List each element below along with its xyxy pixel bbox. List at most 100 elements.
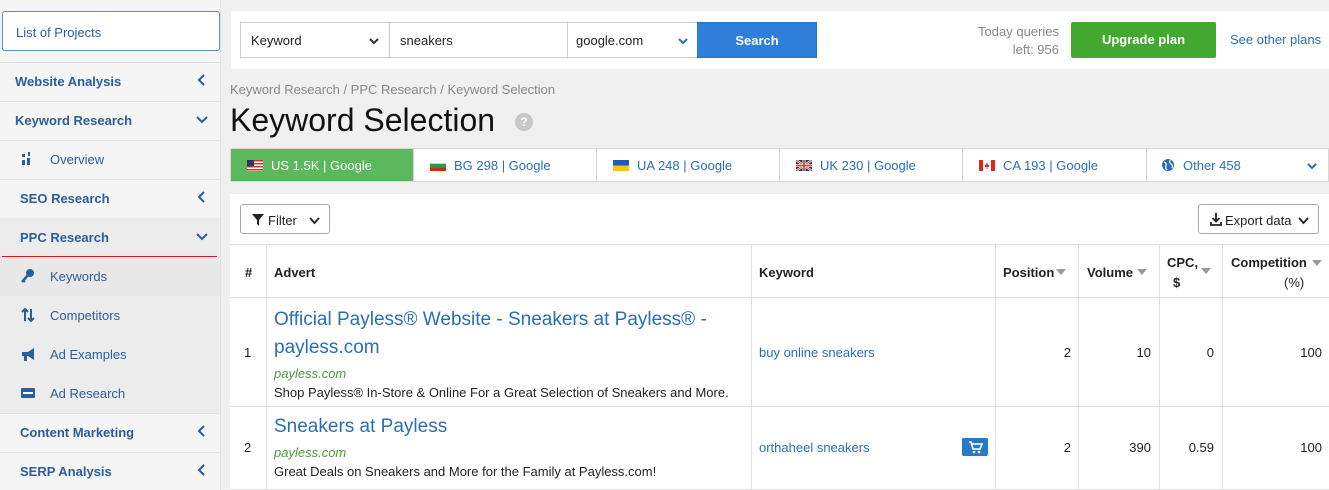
chevron-left-icon xyxy=(197,74,205,86)
breadcrumb: Keyword Research / PPC Research / Keywor… xyxy=(230,82,556,97)
help-icon[interactable]: ? xyxy=(515,113,533,131)
cell-volume: 390 xyxy=(1079,407,1160,489)
tab-label: US 1.5K | Google xyxy=(271,158,372,173)
cell-competition: 100 xyxy=(1223,407,1329,489)
list-of-projects-button[interactable]: List of Projects xyxy=(2,11,220,51)
globe-icon xyxy=(1162,159,1174,171)
chevron-left-icon xyxy=(197,464,205,476)
cell-cpc: 0.59 xyxy=(1160,407,1223,489)
nav-ad-examples[interactable]: Ad Examples xyxy=(0,335,220,374)
search-button[interactable]: Search xyxy=(697,22,817,58)
queries-left-text: Today queries left: 956 xyxy=(931,23,1059,59)
nav-ppc-research[interactable]: PPC Research xyxy=(0,218,220,257)
cell-advert: Official Payless® Website - Sneakers at … xyxy=(267,298,752,406)
page-title: Keyword Selection xyxy=(230,102,496,138)
nav-content-marketing[interactable]: Content Marketing xyxy=(0,413,220,452)
table-row: 2 Sneakers at Payless payless.com Great … xyxy=(230,407,1329,490)
column-header-num: # xyxy=(230,244,267,298)
ad-title-link[interactable]: Official Payless® Website - Sneakers at … xyxy=(274,306,707,362)
sort-icon xyxy=(1056,269,1066,275)
results-panel: Filter Export data # Advert Keyword Posi… xyxy=(230,194,1329,490)
cell-keyword: orthaheel sneakers xyxy=(752,407,996,489)
nav-keyword-research[interactable]: Keyword Research xyxy=(0,101,220,140)
tab-label: Other 458 xyxy=(1183,158,1241,173)
table-row: 1 Official Payless® Website - Sneakers a… xyxy=(230,298,1329,407)
cell-cpc: 0 xyxy=(1160,298,1223,406)
column-header-position[interactable]: Position xyxy=(996,244,1079,298)
see-other-plans-link[interactable]: See other plans xyxy=(1230,32,1321,47)
bg-flag-icon xyxy=(430,160,446,171)
tab-label: BG 298 | Google xyxy=(454,158,551,173)
nav-label: Content Marketing xyxy=(20,425,135,440)
keyword-link[interactable]: orthaheel sneakers xyxy=(759,440,870,455)
queries-left-line2: left: 956 xyxy=(1012,42,1059,57)
tab-bg-google[interactable]: BG 298 | Google xyxy=(414,149,597,181)
cell-num: 1 xyxy=(230,298,267,406)
nav-serp-analysis[interactable]: SERP Analysis xyxy=(0,452,220,490)
chevron-down-icon xyxy=(309,217,320,225)
filter-button[interactable]: Filter xyxy=(240,204,330,234)
export-label: Export data xyxy=(1225,213,1292,228)
cell-volume: 10 xyxy=(1079,298,1160,406)
chevron-left-icon xyxy=(197,425,205,437)
ad-url: payless.com xyxy=(274,445,347,460)
ad-title-link[interactable]: Sneakers at Payless xyxy=(274,413,447,441)
column-header-keyword: Keyword xyxy=(752,244,996,298)
cell-keyword: buy online sneakers xyxy=(752,298,996,406)
search-engine-value: google.com xyxy=(576,33,644,48)
nav-ad-research[interactable]: Ad Research xyxy=(0,374,220,413)
chevron-down-icon xyxy=(196,233,208,241)
keyword-search-input[interactable] xyxy=(389,22,568,58)
tab-ua-google[interactable]: UA 248 | Google xyxy=(597,149,780,181)
cell-num: 2 xyxy=(230,407,267,489)
position-value: 2 xyxy=(1063,345,1071,360)
queries-left-line1: Today queries xyxy=(978,24,1059,39)
tab-uk-google[interactable]: UK 230 | Google xyxy=(780,149,963,181)
chevron-down-icon xyxy=(678,38,688,45)
nav-competitors[interactable]: Competitors xyxy=(0,296,220,335)
tab-us-google[interactable]: US 1.5K | Google xyxy=(231,149,414,181)
cpc-value: 0 xyxy=(1206,345,1214,360)
key-icon xyxy=(21,269,34,283)
nav-seo-research[interactable]: SEO Research xyxy=(0,179,220,218)
chevron-down-icon xyxy=(1307,163,1317,170)
ad-description: Shop Payless® In-Store & Online For a Gr… xyxy=(274,385,729,400)
database-tabs: US 1.5K | Google BG 298 | Google UA 248 … xyxy=(230,148,1329,182)
tab-other-databases[interactable]: Other 458 xyxy=(1147,149,1328,181)
top-search-bar: Keyword google.com Search Today queries … xyxy=(231,11,1329,69)
chevron-left-icon xyxy=(197,191,205,203)
position-value: 2 xyxy=(1063,440,1071,455)
upgrade-plan-button[interactable]: Upgrade plan xyxy=(1071,22,1216,58)
cpc-value: 0.59 xyxy=(1188,440,1214,455)
sort-icon xyxy=(1201,268,1211,274)
search-type-select[interactable]: Keyword xyxy=(240,22,390,58)
nav-label: SERP Analysis xyxy=(20,464,112,479)
search-engine-select[interactable]: google.com xyxy=(567,22,698,58)
nav-keywords[interactable]: Keywords xyxy=(0,257,220,296)
column-header-cpc[interactable]: CPC, $ xyxy=(1160,244,1223,298)
ad-card-icon xyxy=(21,388,35,398)
search-type-value: Keyword xyxy=(251,33,302,48)
megaphone-icon xyxy=(22,348,34,361)
chevron-down-icon xyxy=(196,116,208,124)
competition-value: 100 xyxy=(1300,345,1322,360)
nav-label: SEO Research xyxy=(20,191,110,206)
volume-value: 390 xyxy=(1129,440,1151,455)
cell-competition: 100 xyxy=(1223,298,1329,406)
column-header-competition[interactable]: Competition (%) xyxy=(1223,244,1329,298)
export-data-button[interactable]: Export data xyxy=(1198,204,1319,234)
column-header-volume[interactable]: Volume xyxy=(1079,244,1160,298)
nav-overview[interactable]: Overview xyxy=(0,140,220,179)
nav-label: Keyword Research xyxy=(15,113,133,128)
ua-flag-icon xyxy=(613,160,629,171)
keyword-link[interactable]: buy online sneakers xyxy=(759,345,875,360)
nav-website-analysis[interactable]: Website Analysis xyxy=(0,62,220,101)
cell-position: 2 xyxy=(996,298,1079,406)
shopping-cart-icon[interactable] xyxy=(962,438,988,456)
row-number: 1 xyxy=(244,345,252,360)
tab-ca-google[interactable]: CA 193 | Google xyxy=(963,149,1147,181)
sidebar: List of Projects Website Analysis Keywor… xyxy=(0,0,221,490)
uk-flag-icon xyxy=(796,160,812,171)
sort-arrows-icon xyxy=(21,307,35,323)
sort-icon xyxy=(1312,260,1322,266)
